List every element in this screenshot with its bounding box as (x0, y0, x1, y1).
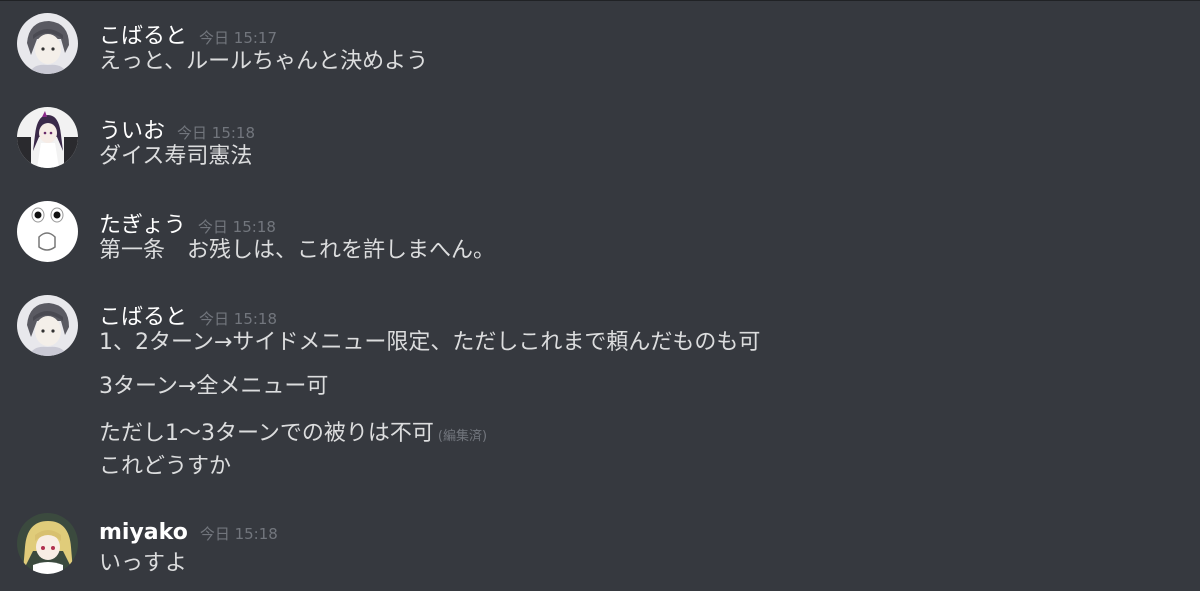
message-content: いっすよ (99, 551, 188, 576)
message-content: えっと、ルールちゃんと決めよう (99, 49, 429, 74)
username[interactable]: こばると (99, 18, 187, 50)
edited-label: (編集済) (437, 429, 488, 444)
message-content: これどうすか (99, 454, 232, 479)
avatar[interactable] (17, 107, 78, 168)
message-content: 3ターン→全メニュー可 (99, 374, 329, 399)
chat-messages: こばると 今日 15:17 えっと、ルールちゃんと決めよう ういお 今日 15:… (0, 0, 1200, 591)
message-header: こばると 今日 15:17 (99, 18, 278, 50)
username[interactable]: たぎょう (99, 207, 186, 239)
message-header: miyako 今日 15:18 (99, 520, 278, 550)
username[interactable]: ういお (99, 113, 165, 145)
message-text: ただし1〜3ターンでの被りは不可 (99, 421, 434, 446)
timestamp: 今日 15:18 (177, 124, 256, 142)
timestamp: 今日 15:17 (199, 29, 278, 47)
timestamp: 今日 15:18 (199, 525, 278, 543)
message-content: ダイス寿司憲法 (99, 144, 253, 169)
timestamp: 今日 15:18 (197, 218, 276, 236)
message-header: たぎょう 今日 15:18 (99, 207, 276, 239)
message-content: ただし1〜3ターンでの被りは不可 (編集済) (99, 419, 487, 452)
message-content: 第一条 お残しは、これを許しまへん。 (99, 238, 496, 263)
avatar[interactable] (17, 201, 78, 262)
username[interactable]: miyako (99, 520, 188, 545)
username[interactable]: こばると (99, 299, 187, 331)
avatar[interactable] (17, 295, 78, 356)
message-header: こばると 今日 15:18 (99, 299, 278, 331)
avatar[interactable] (17, 13, 78, 74)
avatar[interactable] (17, 513, 78, 574)
timestamp: 今日 15:18 (199, 310, 278, 328)
message-content: 1、2ターン→サイドメニュー限定、ただしこれまで頼んだものも可 (99, 330, 761, 355)
message-header: ういお 今日 15:18 (99, 113, 256, 145)
